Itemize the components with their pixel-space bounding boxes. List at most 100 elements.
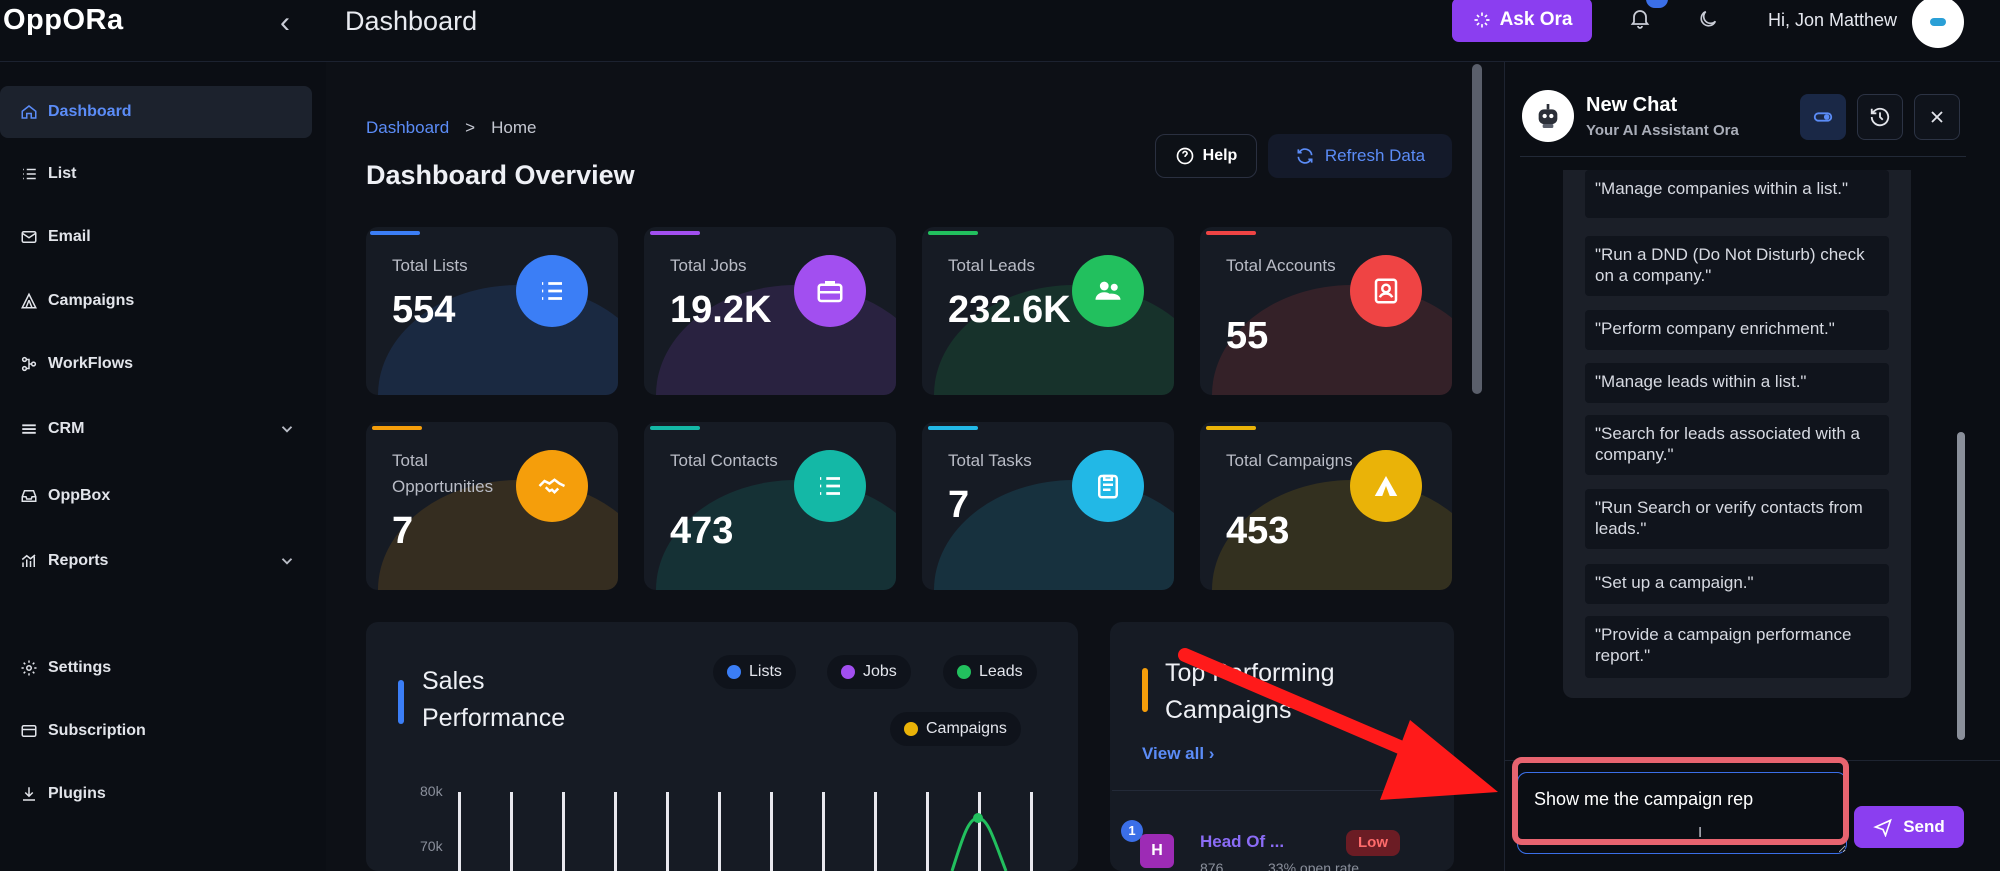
help-button[interactable]: Help — [1155, 134, 1257, 178]
avatar[interactable] — [1912, 0, 1964, 48]
main-scrollbar[interactable] — [1472, 64, 1482, 394]
app-logo[interactable]: OppORa — [3, 4, 124, 37]
legend-item-campaigns[interactable]: Campaigns — [890, 712, 1021, 746]
sidebar-item-reports[interactable]: Reports — [0, 535, 312, 587]
help-label: Help — [1202, 147, 1238, 164]
stat-card-total-campaigns[interactable]: Total Campaigns 453 — [1200, 422, 1452, 590]
suggestion-item[interactable]: "Provide a campaign performance report." — [1585, 616, 1889, 678]
chevron-down-icon — [281, 426, 293, 433]
moon-icon[interactable] — [1697, 8, 1719, 30]
campaign-name-link[interactable]: Head Of ... — [1200, 832, 1284, 852]
stat-value: 19.2K — [670, 289, 772, 331]
stat-card-total-leads[interactable]: Total Leads 232.6K — [922, 227, 1174, 395]
chat-subtitle: Your AI Assistant Ora — [1586, 122, 1739, 139]
stat-value: 232.6K — [948, 289, 1071, 331]
sidebar-item-label: Settings — [48, 659, 112, 676]
sidebar-item-plugins[interactable]: Plugins — [0, 768, 312, 820]
send-button[interactable]: Send — [1854, 806, 1964, 848]
stat-card-total-contacts[interactable]: Total Contacts 473 — [644, 422, 896, 590]
stat-card-total-opportunities[interactable]: Total Opportunities 7 — [366, 422, 618, 590]
sidebar-item-email[interactable]: Email — [0, 211, 312, 263]
sidebar-item-subscription[interactable]: Subscription — [0, 705, 312, 757]
handshake-icon — [516, 450, 588, 522]
inbox-icon — [21, 490, 37, 502]
sparkle-icon — [1474, 12, 1490, 28]
sidebar-item-crm[interactable]: CRM — [0, 403, 312, 455]
legend-label: Leads — [979, 663, 1023, 680]
refresh-data-button[interactable]: Refresh Data — [1268, 134, 1452, 178]
close-chat-button[interactable] — [1914, 94, 1960, 140]
refresh-label: Refresh Data — [1324, 146, 1426, 165]
chart-gridline — [822, 792, 825, 871]
stat-value: 7 — [392, 510, 414, 552]
chevron-down-icon — [281, 558, 293, 565]
user-greeting[interactable]: Hi, Jon Matthew — [1768, 10, 1897, 31]
breadcrumb-link-dashboard[interactable]: Dashboard — [366, 118, 449, 138]
stat-card-total-accounts[interactable]: Total Accounts 55 — [1200, 227, 1452, 395]
sidebar-item-label: WorkFlows — [48, 355, 134, 372]
suggestion-item[interactable]: "Search for leads associated with a comp… — [1585, 415, 1889, 475]
ask-ora-label: Ask Ora — [1499, 9, 1573, 30]
stat-label: Total Jobs — [670, 256, 747, 275]
sidebar-item-workflows[interactable]: WorkFlows — [0, 338, 312, 390]
chart-gridline — [614, 792, 617, 871]
send-label: Send — [1903, 817, 1945, 836]
sidebar-item-oppbox[interactable]: OppBox — [0, 470, 312, 522]
chat-history-button[interactable] — [1857, 94, 1903, 140]
chat-scrollbar[interactable] — [1957, 432, 1965, 740]
robot-icon — [1522, 90, 1574, 142]
sidebar-item-label: CRM — [48, 420, 85, 437]
chart-gridline — [1030, 792, 1033, 871]
suggestion-item[interactable]: "Manage leads within a list." — [1585, 363, 1889, 403]
legend-label: Jobs — [863, 663, 897, 680]
view-all-link[interactable]: View all › — [1142, 744, 1214, 764]
stat-value: 55 — [1226, 315, 1269, 357]
collapse-sidebar-button[interactable]: ‹ — [280, 6, 290, 40]
stat-card-total-jobs[interactable]: Total Jobs 19.2K — [644, 227, 896, 395]
panel-accent-bar — [1142, 668, 1148, 712]
breadcrumb: Dashboard > Home — [366, 118, 536, 138]
suggestion-item[interactable]: "Run Search or verify contacts from lead… — [1585, 489, 1889, 549]
sidebar-item-list[interactable]: List — [0, 148, 312, 200]
gear-icon — [21, 660, 37, 676]
bell-icon[interactable] — [1628, 6, 1652, 30]
plugin-icon — [23, 787, 35, 801]
suggestion-item[interactable]: "Perform company enrichment." — [1585, 310, 1889, 350]
legend-dot — [727, 665, 741, 679]
sidebar-item-label: Dashboard — [48, 103, 132, 120]
stat-card-total-lists[interactable]: Total Lists 554 — [366, 227, 618, 395]
toggle-mode-button[interactable] — [1800, 94, 1846, 140]
sidebar-item-settings[interactable]: Settings — [0, 642, 312, 694]
stat-label: Total Leads — [948, 256, 1035, 275]
sidebar-item-dashboard[interactable]: Dashboard — [0, 86, 312, 138]
list-icon — [516, 255, 588, 327]
legend-item-leads[interactable]: Leads — [943, 655, 1037, 689]
briefcase-icon — [794, 255, 866, 327]
list-icon — [794, 450, 866, 522]
workflow-icon — [21, 356, 37, 372]
legend-dot — [904, 722, 918, 736]
stat-card-total-tasks[interactable]: Total Tasks 7 — [922, 422, 1174, 590]
legend-item-jobs[interactable]: Jobs — [827, 655, 911, 689]
breadcrumb-current: Home — [491, 118, 537, 137]
suggestion-item[interactable]: "Set up a campaign." — [1585, 564, 1889, 604]
legend-dot — [841, 665, 855, 679]
stat-label: Total Campaigns — [1226, 451, 1353, 470]
sidebar-item-campaigns[interactable]: Campaigns — [0, 275, 312, 327]
stat-value: 554 — [392, 289, 456, 331]
ask-ora-button[interactable]: Ask Ora — [1452, 0, 1592, 42]
suggestion-item[interactable]: "Run a DND (Do Not Disturb) check on a c… — [1585, 236, 1889, 296]
stat-label: Total Accounts — [1226, 256, 1336, 275]
legend-item-lists[interactable]: Lists — [713, 655, 796, 689]
chat-header-divider — [1520, 156, 1966, 157]
suggestion-item[interactable]: "Manage companies within a list." — [1585, 170, 1889, 218]
campaign-sent-count: 876 — [1200, 860, 1224, 871]
stat-label: Total Opportunities — [392, 451, 494, 496]
stat-value: 453 — [1226, 510, 1290, 552]
chart-gridline — [926, 792, 929, 871]
reports-icon — [21, 554, 36, 567]
sidebar-item-label: Plugins — [48, 785, 106, 802]
chat-title: New Chat — [1586, 94, 1678, 116]
chart-gridline — [718, 792, 721, 871]
sidebar-item-label: Subscription — [48, 722, 146, 739]
